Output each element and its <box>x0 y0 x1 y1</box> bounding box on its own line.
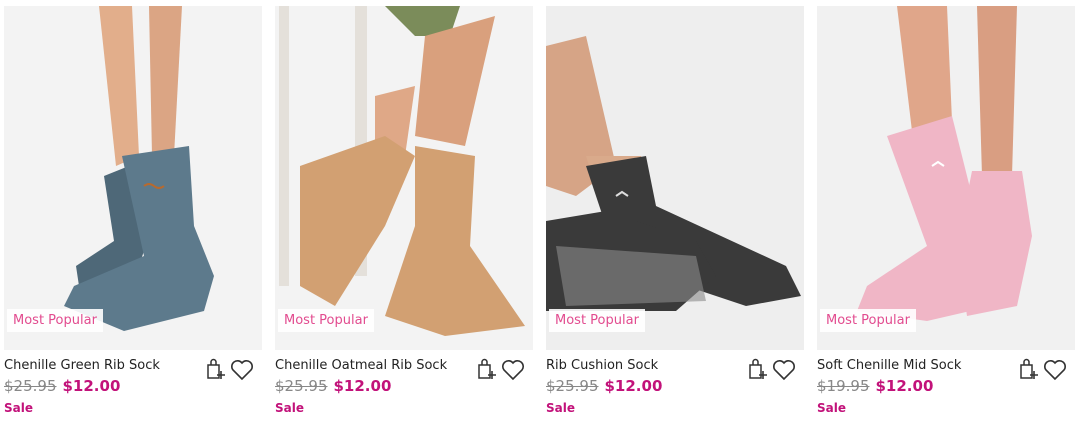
price-block: $25.95 $12.00 <box>4 377 120 395</box>
price-block: $25.95 $12.00 <box>275 377 391 395</box>
most-popular-badge: Most Popular <box>278 309 374 332</box>
product-card[interactable]: Most Popular Chenille Oatmeal Rib Sock $… <box>275 6 533 420</box>
wishlist-button[interactable] <box>1042 357 1068 383</box>
product-title[interactable]: Rib Cushion Sock <box>546 358 658 373</box>
shopping-bag-plus-icon <box>1020 358 1038 379</box>
heart-icon <box>502 360 524 381</box>
heart-icon <box>773 360 795 381</box>
sale-label: Sale <box>4 401 33 415</box>
product-grid: Most Popular Chenille Green Rib Sock $25… <box>0 0 1080 427</box>
add-to-bag-button[interactable] <box>1016 357 1042 383</box>
add-to-bag-button[interactable] <box>745 357 771 383</box>
add-to-bag-button[interactable] <box>474 357 500 383</box>
product-image[interactable]: Most Popular <box>546 6 804 350</box>
product-title[interactable]: Chenille Green Rib Sock <box>4 358 160 373</box>
sale-price: $12.00 <box>875 377 934 395</box>
wishlist-button[interactable] <box>771 357 797 383</box>
wishlist-button[interactable] <box>229 357 255 383</box>
sale-label: Sale <box>275 401 304 415</box>
sale-price: $12.00 <box>604 377 663 395</box>
sale-label: Sale <box>817 401 846 415</box>
most-popular-badge: Most Popular <box>549 309 645 332</box>
product-image[interactable]: Most Popular <box>817 6 1075 350</box>
product-photo <box>817 6 1075 350</box>
product-card[interactable]: Most Popular Soft Chenille Mid Sock $19.… <box>817 6 1075 420</box>
heart-icon <box>231 360 253 381</box>
most-popular-badge: Most Popular <box>7 309 103 332</box>
heart-icon <box>1044 360 1066 381</box>
price-block: $25.95 $12.00 <box>546 377 662 395</box>
most-popular-badge: Most Popular <box>820 309 916 332</box>
product-title[interactable]: Soft Chenille Mid Sock <box>817 358 961 373</box>
shopping-bag-plus-icon <box>749 358 767 379</box>
add-to-bag-button[interactable] <box>203 357 229 383</box>
product-title[interactable]: Chenille Oatmeal Rib Sock <box>275 358 447 373</box>
sale-price: $12.00 <box>62 377 121 395</box>
product-photo <box>4 6 262 350</box>
product-card[interactable]: Most Popular Chenille Green Rib Sock $25… <box>4 6 262 420</box>
original-price: $25.95 <box>546 377 599 395</box>
sale-label: Sale <box>546 401 575 415</box>
product-photo <box>275 6 533 350</box>
product-photo <box>546 6 804 350</box>
shopping-bag-plus-icon <box>478 358 496 379</box>
shopping-bag-plus-icon <box>207 358 225 379</box>
original-price: $19.95 <box>817 377 870 395</box>
original-price: $25.95 <box>4 377 57 395</box>
original-price: $25.95 <box>275 377 328 395</box>
sale-price: $12.00 <box>333 377 392 395</box>
wishlist-button[interactable] <box>500 357 526 383</box>
product-image[interactable]: Most Popular <box>4 6 262 350</box>
product-image[interactable]: Most Popular <box>275 6 533 350</box>
product-card[interactable]: Most Popular Rib Cushion Sock $25.95 $12.… <box>546 6 804 420</box>
price-block: $19.95 $12.00 <box>817 377 933 395</box>
